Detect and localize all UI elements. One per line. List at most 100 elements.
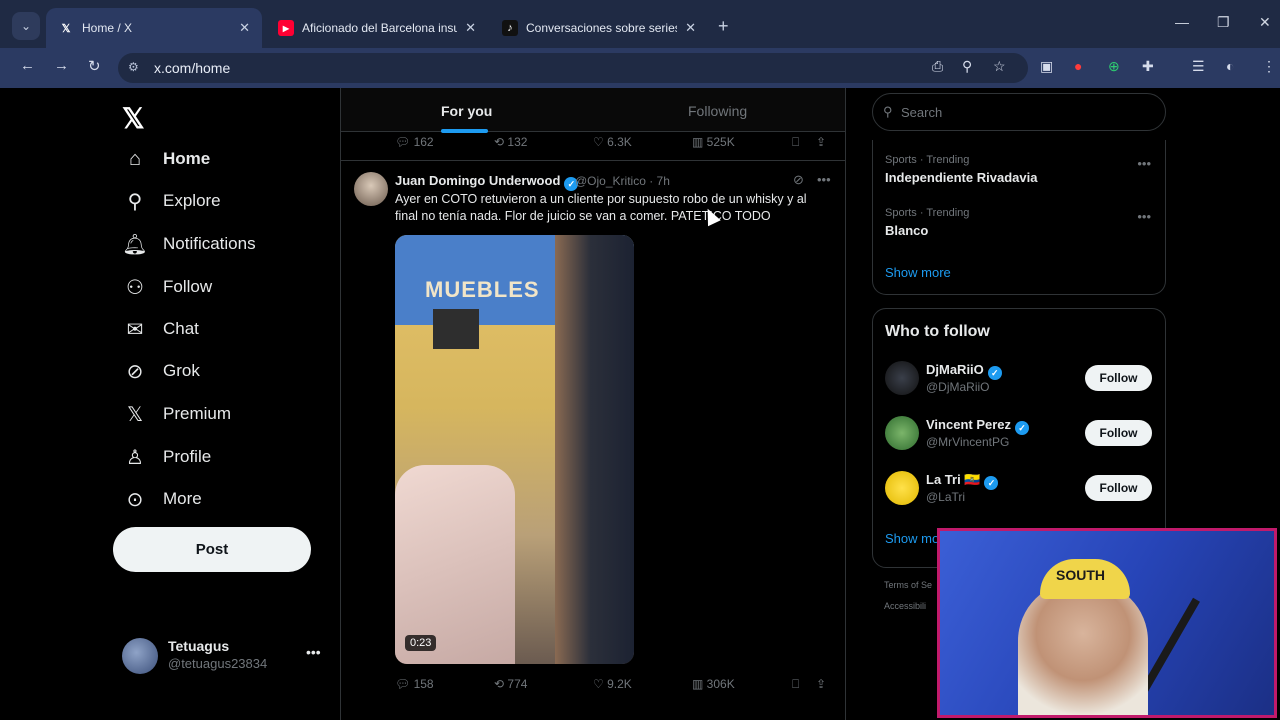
search-icon: ⚲ — [127, 190, 143, 213]
nav-more[interactable]: ⊙ More — [122, 484, 202, 514]
nav-profile[interactable]: ♙ Profile — [122, 442, 211, 472]
nav-label: Chat — [163, 319, 199, 338]
divider — [341, 160, 845, 161]
tab-title: Conversaciones sobre series y m — [526, 21, 677, 35]
follow-suggestion[interactable]: Vincent Perez ✓ @MrVincentPG Follow — [885, 416, 1153, 456]
close-tab-icon[interactable]: ✕ — [685, 20, 696, 36]
trend-name: Independiente Rivadavia — [885, 170, 1038, 185]
nav-home[interactable]: ⌂ Home — [122, 144, 210, 174]
bookmark-icon[interactable]: ⎕ — [792, 677, 799, 692]
chrome-menu-icon[interactable]: ⋮ — [1262, 58, 1276, 75]
tab-search-menu-button[interactable]: ⌄ — [12, 12, 40, 40]
nav-explore[interactable]: ⚲ Explore — [122, 186, 221, 216]
nav-label: Profile — [163, 447, 212, 466]
profile-avatar-icon[interactable]: ◐ — [1226, 58, 1234, 74]
trend-item[interactable]: Sports · Trending Blanco — [885, 207, 969, 238]
views-action[interactable]: ▥ 306K — [692, 677, 735, 691]
show-more-link[interactable]: Show more — [885, 265, 951, 280]
reading-list-icon[interactable]: ☰ — [1192, 58, 1205, 75]
more-dots-icon[interactable]: ••• — [1137, 209, 1151, 224]
url-text: x.com/home — [154, 60, 231, 76]
zoom-icon[interactable]: ⚲ — [962, 58, 972, 75]
nav-follow[interactable]: ⚇ Follow — [122, 272, 212, 302]
close-window-icon[interactable]: ✕ — [1259, 14, 1271, 31]
grok-icon[interactable]: ⊘ — [793, 172, 804, 188]
repost-action[interactable]: ⟲ 132 — [494, 135, 527, 149]
back-icon[interactable]: ← — [20, 57, 35, 74]
search-input[interactable]: ⚲ Search — [872, 93, 1166, 131]
tweet-author[interactable]: Juan Domingo Underwood ✓ — [395, 173, 579, 191]
tweet-video[interactable]: MUEBLES 0:23 — [395, 235, 634, 664]
share-icon[interactable]: ⇪ — [816, 135, 826, 149]
account-switcher[interactable]: Tetuagus @tetuagus23834 ••• — [122, 636, 332, 674]
avatar — [885, 361, 919, 395]
address-bar[interactable]: ⚙ x.com/home — [118, 53, 1028, 83]
person-add-icon: ⚇ — [126, 276, 144, 299]
bell-icon: 🔔︎ — [122, 233, 148, 256]
tweet-text: Ayer en COTO retuvieron a un cliente por… — [395, 192, 807, 223]
follow-button[interactable]: Follow — [1085, 365, 1152, 391]
install-app-icon[interactable]: ⎙ — [932, 58, 943, 75]
x-logo-icon: 𝕏 — [61, 22, 71, 35]
youtube-icon: ▶ — [278, 20, 294, 36]
tweet-handle[interactable]: @Ojo_Kritico · 7h — [575, 174, 670, 188]
site-info-icon[interactable]: ⚙ — [128, 60, 139, 74]
trend-item[interactable]: Sports · Trending Independiente Rivadavi… — [885, 154, 1037, 185]
bookmark-star-icon[interactable]: ☆ — [993, 58, 1006, 75]
browser-toolbar: ← → ↻ ⚙ x.com/home ⎙ ⚲ ☆ ▣ ● ⊕ ✚ ☰ ◐ ⋮ — [0, 48, 1280, 88]
mail-icon: ✉ — [126, 318, 144, 341]
avatar — [885, 471, 919, 505]
extension-green-icon[interactable]: ⊕ — [1108, 58, 1120, 75]
webcam-overlay: SOUTH — [937, 528, 1277, 718]
like-action[interactable]: ♡ 6.3K — [593, 135, 632, 149]
bookmark-icon[interactable]: ⎕ — [792, 135, 799, 150]
extension-red-icon[interactable]: ● — [1074, 58, 1082, 74]
follow-suggestion[interactable]: DjMaRiiO ✓ @DjMaRiiO Follow — [885, 361, 1153, 401]
extensions-puzzle-icon[interactable]: ✚ — [1142, 58, 1154, 75]
verified-badge-icon: ✓ — [987, 366, 1002, 380]
post-button[interactable]: Post — [113, 527, 311, 572]
nav-grok[interactable]: ⊘ Grok — [122, 356, 200, 386]
follow-suggestion[interactable]: La Tri 🇪🇨 ✓ @LaTri Follow — [885, 471, 1153, 511]
nav-notifications[interactable]: 🔔︎ Notifications — [122, 229, 255, 259]
more-dots-icon[interactable]: ••• — [1137, 156, 1151, 171]
video-duration: 0:23 — [405, 635, 437, 651]
tab-for-you[interactable]: For you — [441, 103, 492, 119]
footer-link-accessibility[interactable]: Accessibili — [884, 601, 926, 611]
home-icon: ⌂ — [128, 147, 142, 170]
user-name: DjMaRiiO ✓ — [926, 362, 1002, 380]
reply-action[interactable]: 💬︎ 158 — [395, 677, 434, 691]
x-logo-icon[interactable]: 𝕏 — [122, 102, 145, 135]
repost-action[interactable]: ⟲ 774 — [494, 677, 527, 691]
timeline-tabs: For you Following — [341, 88, 845, 133]
reload-icon[interactable]: ↻ — [88, 57, 101, 75]
browser-tab-youtube[interactable]: ▶ Aficionado del Barcelona insult ✕ — [266, 8, 488, 48]
follow-button[interactable]: Follow — [1085, 420, 1152, 446]
cap-text: SOUTH — [1056, 567, 1105, 583]
follow-button[interactable]: Follow — [1085, 475, 1152, 501]
show-more-link[interactable]: Show mo — [885, 531, 939, 546]
nav-premium[interactable]: 𝕏 Premium — [122, 399, 231, 429]
forward-icon[interactable]: → — [54, 57, 69, 74]
tab-following[interactable]: Following — [688, 103, 747, 119]
browser-tab-home[interactable]: 𝕏 Home / X ✕ — [46, 8, 262, 48]
close-tab-icon[interactable]: ✕ — [239, 20, 250, 36]
reply-action[interactable]: 💬︎ 162 — [395, 135, 434, 149]
restore-icon[interactable]: ❐ — [1217, 14, 1230, 31]
new-tab-button[interactable]: + — [718, 16, 729, 37]
share-icon[interactable]: ⇪ — [816, 677, 826, 691]
like-action[interactable]: ♡ 9.2K — [593, 677, 632, 691]
footer-link-terms[interactable]: Terms of Se — [884, 580, 932, 590]
more-dots-icon[interactable]: ••• — [306, 644, 321, 660]
minimize-icon[interactable]: — — [1175, 14, 1189, 30]
browser-tab-tiktok[interactable]: ♪ Conversaciones sobre series y m ✕ — [490, 8, 708, 48]
extension-icon[interactable]: ▣ — [1040, 58, 1053, 75]
x-logo-icon: 𝕏 — [126, 403, 144, 426]
avatar[interactable] — [354, 172, 388, 206]
close-tab-icon[interactable]: ✕ — [465, 20, 476, 36]
more-dots-icon[interactable]: ••• — [817, 172, 831, 187]
views-action[interactable]: ▥ 525K — [692, 135, 735, 149]
nav-chat[interactable]: ✉ Chat — [122, 314, 199, 344]
user-name: Vincent Perez ✓ — [926, 417, 1030, 435]
trends-panel: Sports · Trending Independiente Rivadavi… — [872, 140, 1166, 295]
